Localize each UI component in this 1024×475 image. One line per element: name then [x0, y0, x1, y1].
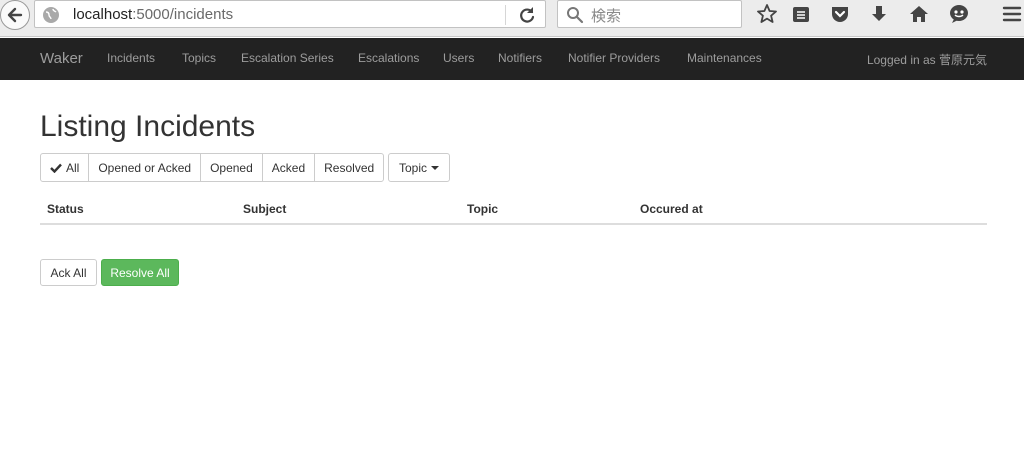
reload-icon[interactable] — [517, 5, 537, 25]
column-header-status: Status — [47, 202, 84, 216]
back-arrow-icon — [7, 7, 23, 23]
column-header-occured-at: Occured at — [640, 202, 703, 216]
address-bar[interactable]: localhost:5000/incidents — [34, 0, 546, 28]
page-title: Listing Incidents — [40, 110, 256, 143]
reading-list-icon[interactable] — [789, 2, 813, 26]
logged-in-status[interactable]: Logged in as 菅原元気 — [867, 51, 987, 68]
filter-opened-or-acked-button[interactable]: Opened or Acked — [88, 153, 202, 182]
filter-all-label: All — [66, 160, 80, 175]
column-header-topic: Topic — [467, 202, 499, 216]
nav-escalation-series[interactable]: Escalation Series — [241, 51, 334, 65]
search-icon — [567, 7, 584, 24]
search-bar[interactable]: 検索 — [557, 0, 742, 28]
nav-maintenances[interactable]: Maintenances — [687, 51, 762, 65]
chat-icon[interactable] — [947, 2, 971, 26]
nav-notifiers[interactable]: Notifiers — [498, 51, 542, 65]
nav-escalations[interactable]: Escalations — [358, 51, 419, 65]
back-button[interactable] — [0, 0, 30, 30]
nav-notifier-providers[interactable]: Notifier Providers — [568, 51, 660, 65]
caret-down-icon — [431, 165, 440, 170]
app-navbar: Waker Incidents Topics Escalation Series… — [0, 38, 1024, 80]
topic-dropdown-label: Topic — [399, 160, 428, 175]
search-placeholder: 検索 — [591, 8, 622, 25]
table-header-divider — [40, 223, 987, 225]
download-icon[interactable] — [867, 2, 891, 26]
filter-opened-button[interactable]: Opened — [200, 153, 263, 182]
nav-users[interactable]: Users — [443, 51, 474, 65]
bookmark-star-icon[interactable] — [755, 2, 779, 26]
column-header-subject: Subject — [243, 202, 287, 216]
brand-link[interactable]: Waker — [40, 50, 83, 67]
browser-toolbar: localhost:5000/incidents 検索 — [0, 0, 1024, 37]
filter-all-button[interactable]: All — [40, 153, 90, 182]
menu-icon[interactable] — [1000, 2, 1024, 26]
status-filter-group: All Opened or Acked Opened Acked Resolve… — [40, 153, 385, 182]
nav-topics[interactable]: Topics — [182, 51, 216, 65]
filter-resolved-button[interactable]: Resolved — [314, 153, 385, 182]
topic-dropdown-button[interactable]: Topic — [388, 153, 451, 182]
globe-icon — [43, 7, 59, 23]
url-host: localhost — [73, 6, 133, 23]
pocket-icon[interactable] — [828, 2, 852, 26]
ack-all-button[interactable]: Ack All — [40, 259, 97, 286]
check-icon — [50, 163, 62, 173]
nav-incidents[interactable]: Incidents — [107, 51, 155, 65]
url-separator — [505, 5, 506, 25]
home-icon[interactable] — [907, 2, 931, 26]
url-text: localhost:5000/incidents — [73, 6, 233, 23]
url-path: :5000/incidents — [132, 6, 234, 23]
filter-acked-button[interactable]: Acked — [261, 153, 316, 182]
resolve-all-button[interactable]: Resolve All — [101, 259, 179, 286]
